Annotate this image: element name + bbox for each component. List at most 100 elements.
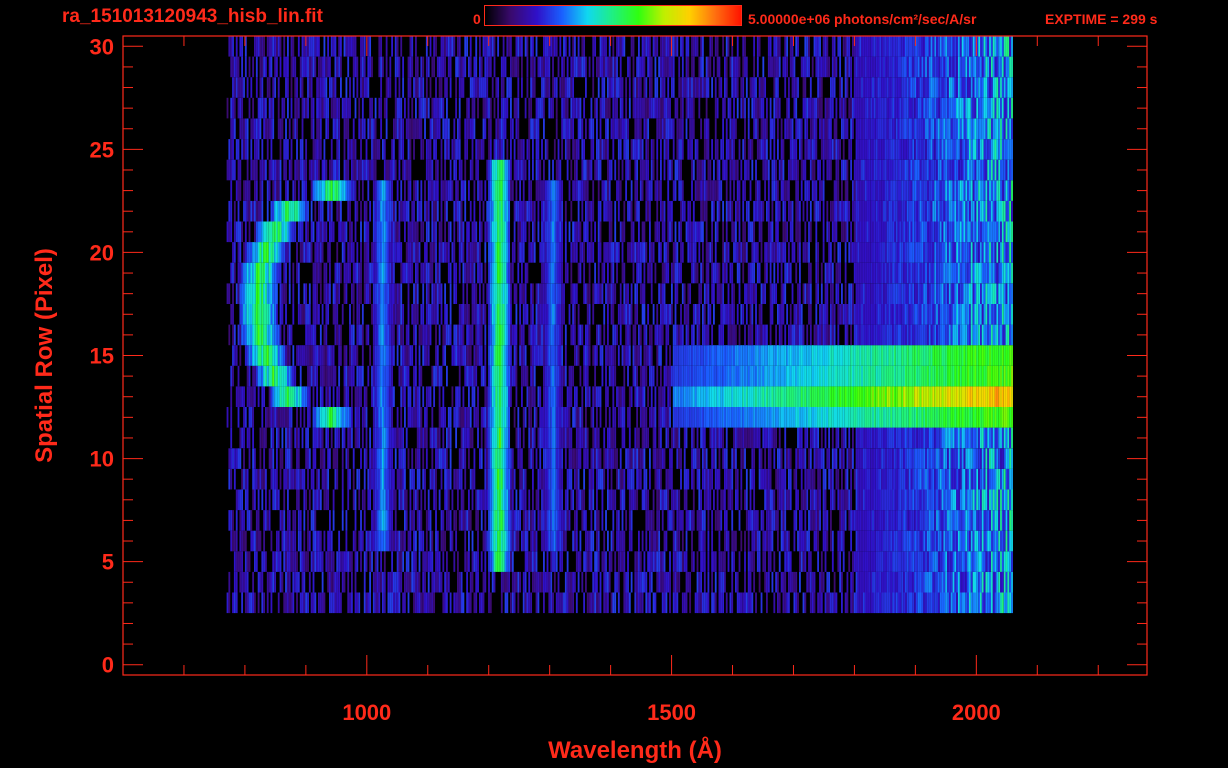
heatmap-cell <box>535 489 538 511</box>
heatmap-cell <box>780 407 783 428</box>
heatmap-cell <box>254 592 256 614</box>
heatmap-cell <box>927 427 929 449</box>
heatmap-cell <box>950 345 953 366</box>
heatmap-cell <box>958 365 960 387</box>
heatmap-cell <box>916 489 918 511</box>
heatmap-cell <box>985 304 988 325</box>
heatmap-cell <box>329 551 331 572</box>
heatmap-cell <box>956 468 959 490</box>
heatmap-cell <box>469 468 472 490</box>
heatmap-cell <box>235 386 238 407</box>
heatmap-cell <box>932 407 935 428</box>
heatmap-cell <box>232 592 234 614</box>
heatmap-cell <box>991 571 993 593</box>
heatmap-cell <box>539 345 542 366</box>
heatmap-cell <box>385 304 388 325</box>
heatmap-cell <box>263 324 266 346</box>
heatmap-cell <box>532 571 534 593</box>
heatmap-cell <box>740 489 743 511</box>
heatmap-cell <box>621 551 624 572</box>
heatmap-cell <box>301 386 304 407</box>
heatmap-cell <box>989 407 991 428</box>
heatmap-cell <box>276 283 278 304</box>
heatmap-cell <box>486 427 489 449</box>
heatmap-cell <box>777 510 779 531</box>
heatmap-cell <box>511 551 514 572</box>
heatmap-cell <box>532 468 534 490</box>
heatmap-cell <box>473 551 476 572</box>
heatmap-cell <box>660 386 662 407</box>
heatmap-cell <box>345 407 348 428</box>
heatmap-cell <box>314 530 317 552</box>
heatmap-cell <box>246 510 249 531</box>
heatmap-cell <box>263 345 266 366</box>
heatmap-cell <box>488 407 490 428</box>
heatmap-cell <box>745 468 748 490</box>
heatmap-cell <box>769 386 772 407</box>
heatmap-cell <box>970 468 973 490</box>
heatmap-cell <box>583 427 586 449</box>
heatmap-cell <box>457 592 459 614</box>
heatmap-cell <box>925 324 927 346</box>
heatmap-cell <box>579 365 582 387</box>
heatmap-cell <box>895 427 898 449</box>
heatmap-cell <box>568 510 571 531</box>
heatmap-cell <box>418 510 421 531</box>
heatmap-cell <box>921 592 924 614</box>
heatmap-cell <box>233 571 236 593</box>
heatmap-cell <box>495 551 498 572</box>
heatmap-cell <box>287 427 289 449</box>
heatmap-cell <box>744 592 746 614</box>
heatmap-cell <box>409 345 412 366</box>
heatmap-cell <box>674 345 677 366</box>
heatmap-cell <box>1009 551 1012 572</box>
heatmap-cell <box>890 304 893 325</box>
heatmap-cell <box>883 365 885 387</box>
heatmap-cell <box>634 448 637 469</box>
heatmap-cell <box>793 345 796 366</box>
heatmap-cell <box>870 530 873 552</box>
heatmap-cell <box>950 571 953 593</box>
heatmap-cell <box>735 571 737 593</box>
heatmap-cell <box>976 345 979 366</box>
heatmap-cell <box>308 448 311 469</box>
heatmap-cell <box>616 571 618 593</box>
heatmap-cell <box>579 448 582 469</box>
heatmap-cell <box>789 448 792 469</box>
heatmap-cell <box>372 324 375 346</box>
heatmap-cell <box>460 468 463 490</box>
heatmap-cell <box>714 592 717 614</box>
heatmap-cell <box>557 386 560 407</box>
heatmap-cell <box>780 324 783 346</box>
heatmap-cell <box>383 427 386 449</box>
heatmap-cell <box>550 489 553 511</box>
heatmap-cell <box>910 407 913 428</box>
heatmap-cell <box>672 427 675 449</box>
heatmap-cell <box>544 510 547 531</box>
heatmap-cell <box>230 448 233 469</box>
heatmap-cell <box>901 304 904 325</box>
heatmap-cell <box>718 427 721 449</box>
heatmap-cell <box>873 489 876 511</box>
heatmap-cell <box>996 489 999 511</box>
heatmap-cell <box>835 592 838 614</box>
heatmap-cell <box>372 530 375 552</box>
heatmap-cell <box>449 324 452 346</box>
heatmap-cell <box>259 448 262 469</box>
heatmap-cell <box>522 304 525 325</box>
heatmap-cell <box>731 407 734 428</box>
heatmap-cell <box>555 592 558 614</box>
heatmap-cell <box>400 448 403 469</box>
heatmap-cell <box>718 386 721 407</box>
heatmap-cell <box>1000 551 1002 572</box>
heatmap-cell <box>479 448 481 469</box>
heatmap-cell <box>484 489 487 511</box>
heatmap-cell <box>491 407 494 428</box>
heatmap-cell <box>612 592 615 614</box>
heatmap-cell <box>274 345 277 366</box>
heatmap-cell <box>945 571 948 593</box>
heatmap-cell <box>266 407 269 428</box>
heatmap-cell <box>802 489 805 511</box>
heatmap-cell <box>680 510 682 531</box>
heatmap-cell <box>1003 345 1006 366</box>
